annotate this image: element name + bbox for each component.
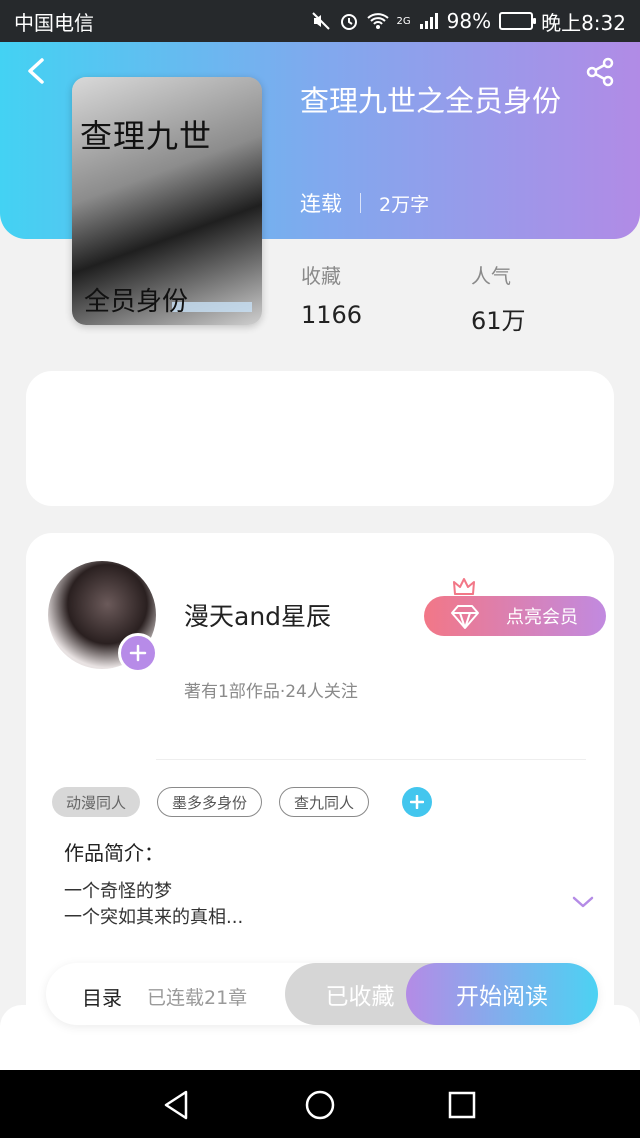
intro-line: 一个突如其来的真相...	[64, 907, 244, 928]
network-type-label: 2G	[396, 15, 411, 27]
author-summary: 著有1部作品·24人关注	[184, 682, 358, 702]
tag-item[interactable]: 查九同人	[279, 787, 370, 817]
chapter-count[interactable]: 已连载21章	[147, 983, 247, 1010]
nav-recents-icon[interactable]	[445, 1088, 479, 1122]
author-name[interactable]: 漫天and星辰	[184, 597, 331, 633]
clock: 晚上8:32	[541, 10, 626, 35]
favorites-value: 1166	[301, 301, 363, 329]
meta-divider	[360, 193, 361, 213]
favorites-stat: 收藏 1166	[301, 260, 362, 329]
popularity-label: 人气	[471, 264, 511, 288]
tag-list: 动漫同人 墨多多身份 查九同人	[52, 787, 433, 817]
battery-percent: 98%	[446, 9, 492, 33]
carrier-label: 中国电信	[14, 10, 94, 35]
intro-text[interactable]: 一个奇怪的梦 一个突如其来的真相...	[64, 879, 243, 931]
blank-card	[26, 371, 614, 506]
system-nav-bar	[0, 1070, 640, 1138]
popularity-value: 61万	[471, 307, 526, 335]
intro-line: 一个奇怪的梦	[64, 881, 172, 902]
alarm-icon	[339, 11, 359, 31]
bottom-action-bar: 目录 已连载21章 已收藏 开始阅读	[46, 963, 598, 1025]
book-meta: 连载 2万字	[300, 188, 429, 218]
follow-plus-icon[interactable]	[118, 633, 158, 673]
vip-label: 点亮会员	[506, 607, 578, 628]
cover-title-line1: 查理九世	[80, 117, 213, 155]
battery-icon	[499, 12, 537, 30]
chevron-down-icon[interactable]	[572, 895, 594, 909]
intro-title: 作品简介：	[64, 841, 164, 865]
wifi-icon	[366, 12, 389, 30]
book-title: 查理九世之全员身份	[300, 84, 562, 118]
favorites-label: 收藏	[301, 264, 341, 288]
signal-icon	[419, 12, 439, 30]
popularity-stat: 人气 61万	[471, 260, 526, 336]
back-chevron-icon[interactable]	[22, 56, 52, 86]
tag-item[interactable]: 动漫同人	[52, 787, 141, 817]
start-reading-button[interactable]: 开始阅读	[406, 963, 598, 1025]
book-cover[interactable]: 查理九世 全员身份	[72, 77, 262, 325]
word-count: 2万字	[379, 193, 430, 216]
nav-back-icon[interactable]	[160, 1088, 194, 1122]
diamond-icon	[451, 605, 479, 629]
status-bar: 中国电信 2G 98% 晚上8:32	[0, 0, 640, 42]
add-tag-plus-icon[interactable]	[402, 787, 433, 817]
nav-home-icon[interactable]	[303, 1088, 337, 1122]
serial-status: 连载	[300, 192, 342, 216]
tag-item[interactable]: 墨多多身份	[157, 787, 263, 817]
cover-title-line2: 全员身份	[84, 287, 189, 317]
mute-icon	[311, 11, 331, 31]
vip-button[interactable]: 点亮会员	[424, 596, 606, 636]
crown-icon	[453, 578, 475, 595]
toc-button[interactable]: 目录	[82, 982, 122, 1011]
divider	[156, 759, 586, 760]
